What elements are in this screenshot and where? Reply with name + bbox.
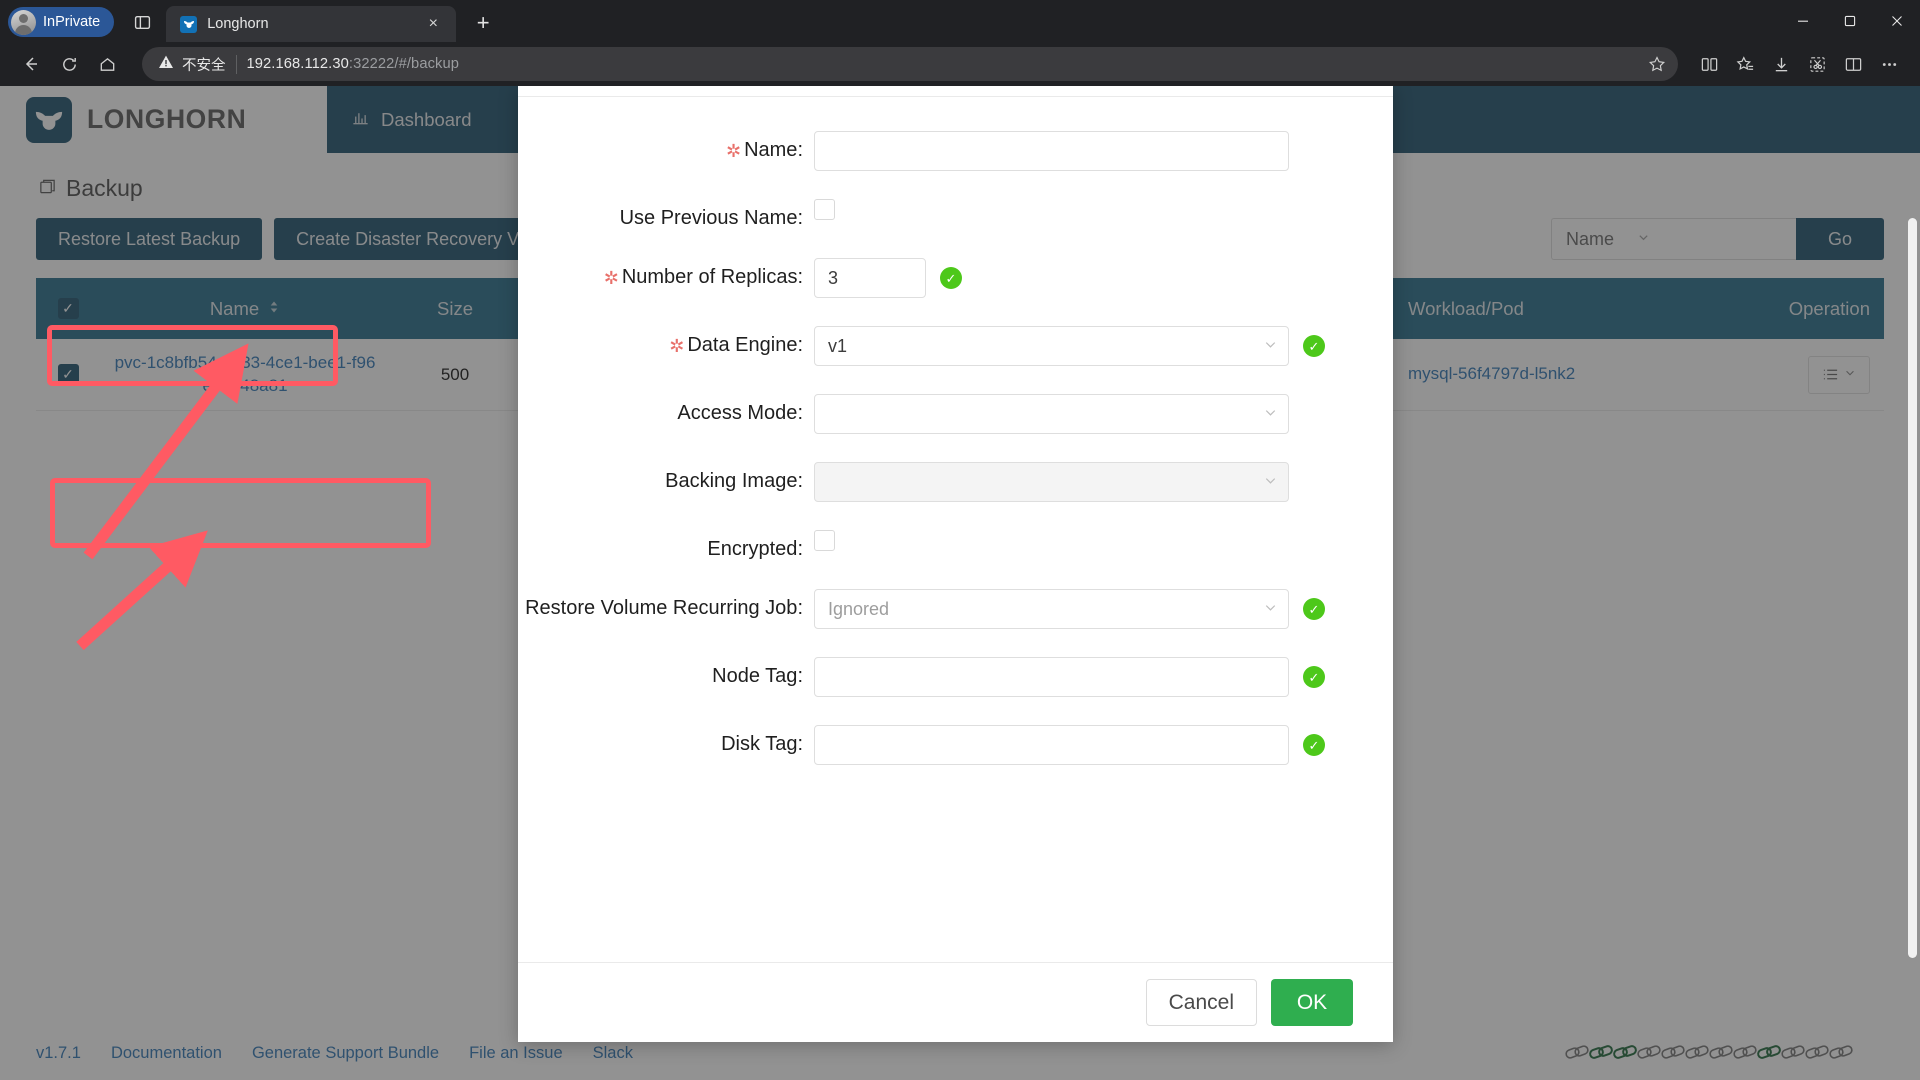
field-control-backing-image (814, 462, 1289, 502)
chevron-down-icon (1263, 405, 1278, 423)
field-control-name (814, 131, 1289, 171)
field-control-node-tag: ✓ (814, 657, 1325, 697)
browser-window: InPrivate Longhorn × + 不安全 192.168.112.3… (0, 0, 1920, 1080)
page-viewport: LONGHORN Dashboard (0, 86, 1920, 1080)
valid-check-icon: ✓ (1303, 598, 1325, 620)
reload-icon[interactable] (52, 47, 86, 81)
window-close-icon[interactable] (1873, 0, 1920, 42)
field-label-use-previous-name: Use Previous Name: (619, 207, 803, 229)
field-label-disk-tag: Disk Tag: (721, 733, 803, 755)
node-tag-input[interactable] (814, 657, 1289, 697)
inprivate-indicator[interactable]: InPrivate (8, 7, 115, 37)
field-row-backing-image: Backing Image: (518, 462, 1393, 502)
valid-check-icon: ✓ (1303, 335, 1325, 357)
security-label: 不安全 (182, 57, 226, 74)
address-bar[interactable]: 不安全 192.168.112.30:32222/#/backup (142, 47, 1678, 81)
name-input[interactable] (814, 131, 1289, 171)
url-path: :32222/#/backup (348, 56, 460, 72)
field-row-disk-tag: Disk Tag: ✓ (518, 725, 1393, 765)
ok-button[interactable]: OK (1271, 979, 1353, 1026)
tab-close-icon[interactable]: × (420, 11, 446, 37)
inprivate-label: InPrivate (43, 14, 101, 30)
chevron-down-icon (1263, 600, 1278, 618)
favorites-icon[interactable] (1728, 47, 1762, 81)
security-warning[interactable]: 不安全 (158, 54, 226, 75)
tab-strip: InPrivate Longhorn × + (0, 0, 1920, 42)
back-icon[interactable] (14, 47, 48, 81)
field-label-node-tag: Node Tag: (712, 665, 803, 687)
downloads-icon[interactable] (1764, 47, 1798, 81)
window-minimize-icon[interactable] (1779, 0, 1826, 42)
valid-check-icon: ✓ (1303, 666, 1325, 688)
field-control-encrypted (814, 530, 835, 551)
field-row-access-mode: Access Mode: (518, 394, 1393, 434)
inprivate-avatar-icon (11, 9, 36, 35)
required-asterisk-icon: ✲ (603, 268, 619, 288)
field-row-restore-volume-recurring-job: Restore Volume Recurring Job: Ignored ✓ (518, 589, 1393, 629)
field-control-disk-tag: ✓ (814, 725, 1325, 765)
new-tab-button[interactable]: + (466, 6, 500, 40)
window-maximize-icon[interactable] (1826, 0, 1873, 42)
use-previous-name-checkbox[interactable] (814, 199, 835, 220)
url-host: 192.168.112.30 (246, 56, 349, 72)
field-label-backing-image: Backing Image: (665, 470, 803, 492)
dialog-top-spacer (518, 86, 1393, 96)
tab-title: Longhorn (207, 16, 269, 32)
field-label-data-engine: ✲ Data Engine: (669, 334, 803, 356)
favorite-star-icon[interactable] (1642, 49, 1672, 79)
field-control-use-previous-name (814, 199, 835, 220)
disk-tag-input[interactable] (814, 725, 1289, 765)
home-icon[interactable] (90, 47, 124, 81)
page-scrollbar[interactable] (1905, 86, 1920, 1080)
data-engine-select[interactable]: v1 (814, 326, 1289, 366)
chevron-down-icon (1263, 337, 1278, 355)
collections-icon[interactable] (1836, 47, 1870, 81)
field-label-encrypted: Encrypted: (707, 538, 803, 560)
field-row-number-of-replicas: ✲ Number of Replicas: 3 ✓ (518, 258, 1393, 298)
field-row-use-previous-name: Use Previous Name: (518, 199, 1393, 230)
required-asterisk-icon: ✲ (725, 141, 742, 161)
data-engine-value: v1 (828, 335, 848, 356)
number-of-replicas-input[interactable]: 3 (814, 258, 926, 298)
split-screen-icon[interactable] (1692, 47, 1726, 81)
field-label-restore-volume-recurring-job: Restore Volume Recurring Job: (525, 597, 803, 619)
restore-volume-recurring-job-placeholder: Ignored (828, 598, 890, 619)
field-row-node-tag: Node Tag: ✓ (518, 657, 1393, 697)
screenshot-icon[interactable] (1800, 47, 1834, 81)
warning-triangle-icon (158, 54, 174, 74)
access-mode-select[interactable] (814, 394, 1289, 434)
field-label-number-of-replicas: ✲ Number of Replicas: (603, 266, 803, 288)
tab-actions-icon[interactable] (124, 6, 160, 38)
field-label-name: ✲ Name: (725, 139, 803, 161)
browser-tab-longhorn[interactable]: Longhorn × (166, 6, 457, 42)
window-controls (1779, 0, 1920, 42)
cancel-button[interactable]: Cancel (1145, 979, 1257, 1026)
toolbar-right-icons (1692, 47, 1906, 81)
backing-image-select (814, 462, 1289, 502)
encrypted-checkbox[interactable] (814, 530, 835, 551)
field-row-encrypted: Encrypted: (518, 530, 1393, 561)
field-control-number-of-replicas: 3 ✓ (814, 258, 962, 298)
browser-toolbar: 不安全 192.168.112.30:32222/#/backup (0, 42, 1920, 86)
required-asterisk-icon: ✲ (669, 336, 685, 356)
chevron-down-icon (1263, 473, 1278, 491)
settings-more-icon[interactable] (1872, 47, 1906, 81)
longhorn-favicon-icon (180, 15, 198, 33)
field-control-restore-volume-recurring-job: Ignored ✓ (814, 589, 1325, 629)
restore-backup-dialog: ✲ Name: Use Previous Name: ✲ Number of Rep… (518, 86, 1393, 1042)
valid-check-icon: ✓ (940, 267, 962, 289)
field-label-access-mode: Access Mode: (677, 402, 803, 424)
page-scrollbar-thumb[interactable] (1908, 218, 1917, 958)
field-control-access-mode (814, 394, 1289, 434)
omnibox-divider (235, 54, 237, 74)
dialog-footer: Cancel OK (518, 962, 1393, 1042)
field-control-data-engine: v1 ✓ (814, 326, 1325, 366)
dialog-form: ✲ Name: Use Previous Name: ✲ Number of Rep… (518, 97, 1393, 962)
field-row-data-engine: ✲ Data Engine: v1 ✓ (518, 326, 1393, 366)
valid-check-icon: ✓ (1303, 734, 1325, 756)
restore-volume-recurring-job-select[interactable]: Ignored (814, 589, 1289, 629)
url-text[interactable]: 192.168.112.30:32222/#/backup (247, 56, 1633, 72)
field-row-name: ✲ Name: (518, 131, 1393, 171)
